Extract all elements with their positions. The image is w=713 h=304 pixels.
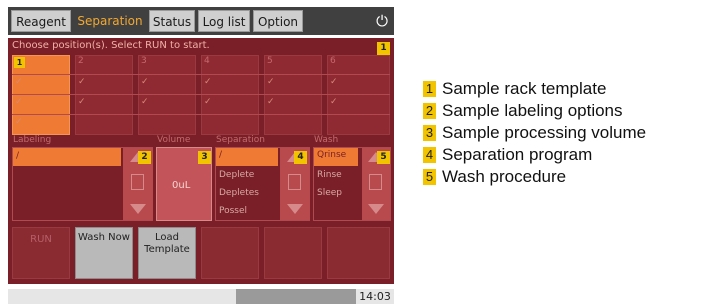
labeling-label: Labeling	[13, 135, 52, 145]
legend-number: 3	[423, 125, 436, 141]
rack-row-divider	[12, 114, 390, 115]
scroll-thumb[interactable]	[288, 174, 301, 190]
position-number-4: 4	[204, 56, 210, 66]
separation-label: Separation	[216, 135, 265, 145]
scroll-down-icon[interactable]	[368, 204, 384, 214]
tube-check-icon: ✓	[78, 77, 86, 87]
tube-check-icon: ✓	[330, 77, 338, 87]
tube-check-icon: ✓	[15, 97, 23, 107]
rack-position-3[interactable]	[138, 55, 196, 135]
legend-text: Wash procedure	[442, 167, 567, 186]
position-number-1: 1	[14, 57, 25, 68]
position-number-6: 6	[330, 56, 336, 66]
disabled-button[interactable]	[201, 227, 259, 279]
instruction-text: Choose position(s). Select RUN to start.	[12, 40, 210, 51]
separation-selected-row[interactable]	[216, 148, 278, 166]
callout-badge-3: 3	[198, 151, 211, 164]
scroll-down-icon[interactable]	[130, 204, 146, 214]
separation-item[interactable]: Deplete	[219, 170, 254, 180]
labeling-selected-value: /	[16, 151, 20, 161]
separation-item[interactable]: Possel	[219, 206, 247, 216]
position-number-5: 5	[267, 56, 273, 66]
rack-position-2[interactable]	[75, 55, 133, 135]
separation-panel: Choose position(s). Select RUN to start.…	[8, 38, 394, 284]
tab-reagent[interactable]: Reagent	[11, 10, 71, 32]
rack-row-divider	[12, 94, 390, 95]
wash-item[interactable]: Sleep	[317, 188, 342, 198]
run-button[interactable]: RUN	[12, 227, 70, 279]
tab-option[interactable]: Option	[253, 10, 303, 32]
position-number-2: 2	[78, 56, 84, 66]
tab-separation[interactable]: Separation	[74, 10, 146, 32]
legend-text: Sample processing volume	[442, 123, 647, 142]
callout-badge-1: 1	[377, 42, 390, 55]
instrument-screen: Reagent Separation Status Log list Optio…	[0, 0, 402, 304]
scroll-thumb[interactable]	[369, 174, 382, 190]
position-number-3: 3	[141, 56, 147, 66]
tube-check-icon: ✓	[204, 97, 212, 107]
callout-badge-5: 5	[377, 151, 390, 164]
rack-position-5[interactable]	[264, 55, 322, 135]
tube-check-icon: ✓	[330, 97, 338, 107]
clock: 14:03	[359, 290, 391, 303]
wash-now-button[interactable]: Wash Now	[75, 227, 133, 279]
wash-label: Wash	[314, 135, 339, 145]
wash-item[interactable]: Qrinse	[317, 150, 346, 160]
scroll-down-icon[interactable]	[287, 204, 303, 214]
power-icon[interactable]: ⏻	[370, 10, 394, 32]
legend-number: 2	[423, 103, 436, 119]
separation-item[interactable]: Depletes	[219, 188, 259, 198]
callout-badge-4: 4	[294, 151, 307, 164]
rack-position-4[interactable]	[201, 55, 259, 135]
legend-number: 5	[423, 169, 436, 185]
tube-check-icon: ✓	[141, 77, 149, 87]
wash-item[interactable]: Rinse	[317, 170, 342, 180]
disabled-button[interactable]	[327, 227, 390, 279]
callout-badge-2: 2	[138, 151, 151, 164]
tab-status[interactable]: Status	[149, 10, 195, 32]
tube-check-icon: ✓	[15, 117, 23, 127]
tab-log-list[interactable]: Log list	[198, 10, 250, 32]
legend-text: Sample rack template	[442, 79, 607, 98]
separation-item[interactable]: /	[219, 150, 222, 160]
tube-check-icon: ✓	[78, 97, 86, 107]
labeling-box[interactable]: /	[12, 147, 153, 221]
tab-bar: Reagent Separation Status Log list Optio…	[8, 7, 394, 35]
disabled-button[interactable]	[264, 227, 322, 279]
legend-text: Separation program	[442, 145, 593, 164]
load-template-button[interactable]: Load Template	[138, 227, 196, 279]
scroll-thumb[interactable]	[131, 174, 144, 190]
labeling-selected-row[interactable]	[13, 148, 121, 166]
volume-value: 0uL	[172, 180, 191, 191]
status-progress	[236, 289, 356, 304]
sample-rack-grid[interactable]: 1 2 3 4 5 6 ✓ ✓ ✓ ✓ ✓ ✓ ✓ ✓ ✓ ✓ ✓ ✓ ✓	[12, 55, 390, 135]
volume-label: Volume	[157, 135, 191, 145]
legend-text: Sample labeling options	[442, 101, 623, 120]
legend-number: 4	[423, 147, 436, 163]
rack-position-6[interactable]	[327, 55, 390, 135]
tube-check-icon: ✓	[15, 77, 23, 87]
tube-check-icon: ✓	[267, 97, 275, 107]
tube-check-icon: ✓	[204, 77, 212, 87]
tube-check-icon: ✓	[141, 97, 149, 107]
legend-number: 1	[423, 81, 436, 97]
rack-row-divider	[12, 74, 390, 75]
tube-check-icon: ✓	[267, 77, 275, 87]
